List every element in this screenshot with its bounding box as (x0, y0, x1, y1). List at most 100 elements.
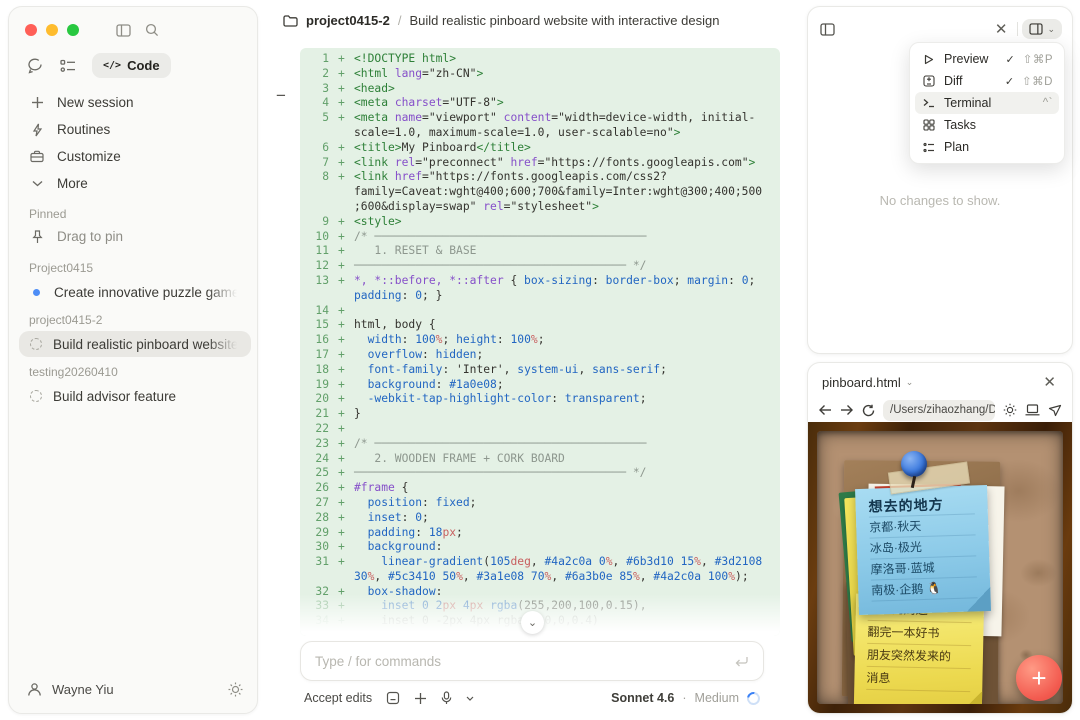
code-line: 23+/* ──────────────────────────────────… (300, 437, 780, 452)
chats-icon[interactable] (27, 58, 44, 74)
preview-panel: pinboard.html ⌄ ✕ /Users/zihaozhang/Dc 的… (807, 362, 1073, 714)
drag-to-pin: Drag to pin (19, 223, 247, 250)
command-input[interactable]: Type / for commands (300, 641, 764, 681)
sidebar-item-customize[interactable]: Customize (19, 143, 247, 170)
shortcut: ⇧⌘P (1023, 52, 1053, 66)
brightness-icon[interactable] (1003, 403, 1017, 417)
changes-panel: ✕ ⌄ Preview ✓ ⇧⌘P Diff ✓ ⇧⌘D Terminal ^` (807, 6, 1073, 354)
diff-icon (921, 75, 936, 87)
tab-code[interactable]: </> Code (92, 53, 171, 78)
check-icon: ✓ (1005, 75, 1014, 88)
empty-changes-message: No changes to show. (808, 193, 1072, 208)
code-line: 1+<!DOCTYPE html> (300, 52, 780, 67)
menu-label: Routines (57, 122, 110, 137)
check-icon: ✓ (1005, 53, 1014, 66)
note-line: 南极·企鹅 🐧 (871, 577, 978, 601)
device-icon[interactable] (1025, 404, 1040, 416)
traffic-light-minimize[interactable] (46, 24, 58, 36)
forward-icon[interactable] (840, 404, 854, 416)
pinned-section-label: Pinned (9, 203, 257, 225)
session-groups: Project0415Create innovative puzzle game… (19, 253, 251, 409)
session-item[interactable]: Build realistic pinboard website with i (19, 331, 251, 357)
code-line: 15+html, body { (300, 318, 780, 333)
menu-item-tasks[interactable]: Tasks (915, 114, 1059, 136)
menu-item-label: Diff (944, 74, 997, 88)
note-line: 翻完一本好书 (867, 621, 971, 646)
back-icon[interactable] (818, 404, 832, 416)
code-line: 26+#frame { (300, 481, 780, 496)
push-pin (901, 451, 927, 477)
chevron-down-icon: ⌄ (1047, 24, 1055, 35)
code-line: 14+ (300, 304, 780, 319)
scroll-down-button[interactable]: ⌄ (521, 611, 544, 634)
url-field[interactable]: /Users/zihaozhang/Dc (883, 400, 995, 421)
traffic-light-close[interactable] (25, 24, 37, 36)
sidebar-toggle-icon[interactable] (116, 24, 131, 37)
mic-options-chevron-icon[interactable] (466, 696, 474, 701)
code-line: 24+ 2. WOODEN FRAME + CORK BOARD (300, 452, 780, 467)
traffic-light-zoom[interactable] (67, 24, 79, 36)
menu-label: More (57, 176, 88, 191)
folded-corner (962, 691, 982, 704)
collapse-diff-handle[interactable]: − (276, 86, 286, 106)
diff-editor[interactable]: 1+<!DOCTYPE html>2+<html lang="zh-CN">3+… (300, 48, 780, 636)
code-line: 20+ -webkit-tap-highlight-color: transpa… (300, 392, 780, 407)
effort-level[interactable]: Medium (695, 691, 739, 705)
close-preview-icon[interactable]: ✕ (1037, 373, 1062, 391)
search-icon[interactable] (145, 23, 159, 37)
sidebar-item-new-session[interactable]: New session (19, 89, 247, 116)
folded-corner (966, 587, 991, 612)
code-line: 6+<title>My Pinboard</title> (300, 141, 780, 156)
note-line: 消息 (866, 667, 970, 692)
panel-right-icon (1029, 23, 1043, 35)
code-tab-label: Code (127, 58, 160, 73)
file-tab[interactable]: pinboard.html (822, 375, 901, 390)
code-line: 31+ linear-gradient(105deg, #4a2c0a 0%, … (300, 555, 780, 585)
microphone-icon[interactable] (441, 691, 452, 705)
code-line: 25+─────────────────────────────────────… (300, 466, 780, 481)
blue-sticky-note[interactable]: 想去的地方 京都·秋天冰岛·极光摩洛哥·蓝城南极·企鹅 🐧 (855, 485, 991, 615)
tasks-list-icon[interactable] (60, 59, 76, 73)
view-switcher-button[interactable]: ⌄ (1022, 19, 1062, 39)
session-progress-icon (30, 390, 42, 402)
session-label: Build realistic pinboard website with i (53, 337, 241, 352)
code-line: 33+ inset 0 2px 4px rgba(255,200,100,0.1… (300, 599, 780, 614)
close-panel-icon[interactable]: ✕ (989, 20, 1014, 38)
menu-item-diff[interactable]: Diff ✓ ⇧⌘D (915, 70, 1059, 92)
accept-edits-label[interactable]: Accept edits (304, 691, 372, 705)
menu-item-terminal[interactable]: Terminal ^` (915, 92, 1059, 114)
page-preview[interactable]: 的周边翻完一本好书朋友突然发来的消息 想去的地方 京都·秋天冰岛·极光摩洛哥·蓝… (808, 422, 1072, 713)
theme-sun-icon[interactable] (228, 682, 243, 697)
terminal-icon (921, 98, 936, 108)
group-title: project0415-2 (19, 305, 251, 331)
code-line: 5+<meta name="viewport" content="width=d… (300, 111, 780, 141)
session-item[interactable]: Create innovative puzzle game with b (19, 279, 251, 305)
session-item[interactable]: Build advisor feature (19, 383, 251, 409)
reload-icon[interactable] (862, 404, 875, 417)
menu-label: New session (57, 95, 134, 110)
menu-item-preview[interactable]: Preview ✓ ⇧⌘P (915, 48, 1059, 70)
user-name[interactable]: Wayne Yiu (52, 682, 114, 697)
plan-list-icon (921, 142, 936, 153)
code-line: 16+ width: 100%; height: 100%; (300, 333, 780, 348)
code-line: 21+} (300, 407, 780, 422)
add-attachment-icon[interactable] (414, 692, 427, 705)
add-note-button[interactable]: + (1016, 655, 1062, 701)
model-selector[interactable]: Sonnet 4.6 (611, 691, 674, 705)
session-progress-icon (30, 338, 42, 350)
sidebar-menu: New session Routines Customize More (19, 89, 247, 197)
breadcrumb-project[interactable]: project0415-2 (306, 13, 390, 28)
sidebar-item-more[interactable]: More (19, 170, 247, 197)
menu-item-plan[interactable]: Plan (915, 136, 1059, 158)
code-line: 7+<link rel="preconnect" href="https://f… (300, 156, 780, 171)
code-line: 30+ background: (300, 540, 780, 555)
file-tab-chevron-icon[interactable]: ⌄ (906, 377, 914, 388)
panel-left-icon[interactable] (820, 23, 835, 36)
menu-label: Customize (57, 149, 121, 164)
sidebar-item-routines[interactable]: Routines (19, 116, 247, 143)
auto-edit-icon[interactable] (386, 691, 400, 705)
pin-icon (29, 230, 45, 244)
open-external-icon[interactable] (1048, 404, 1062, 417)
code-line: 27+ position: fixed; (300, 496, 780, 511)
page-title: Build realistic pinboard website with in… (409, 13, 719, 28)
